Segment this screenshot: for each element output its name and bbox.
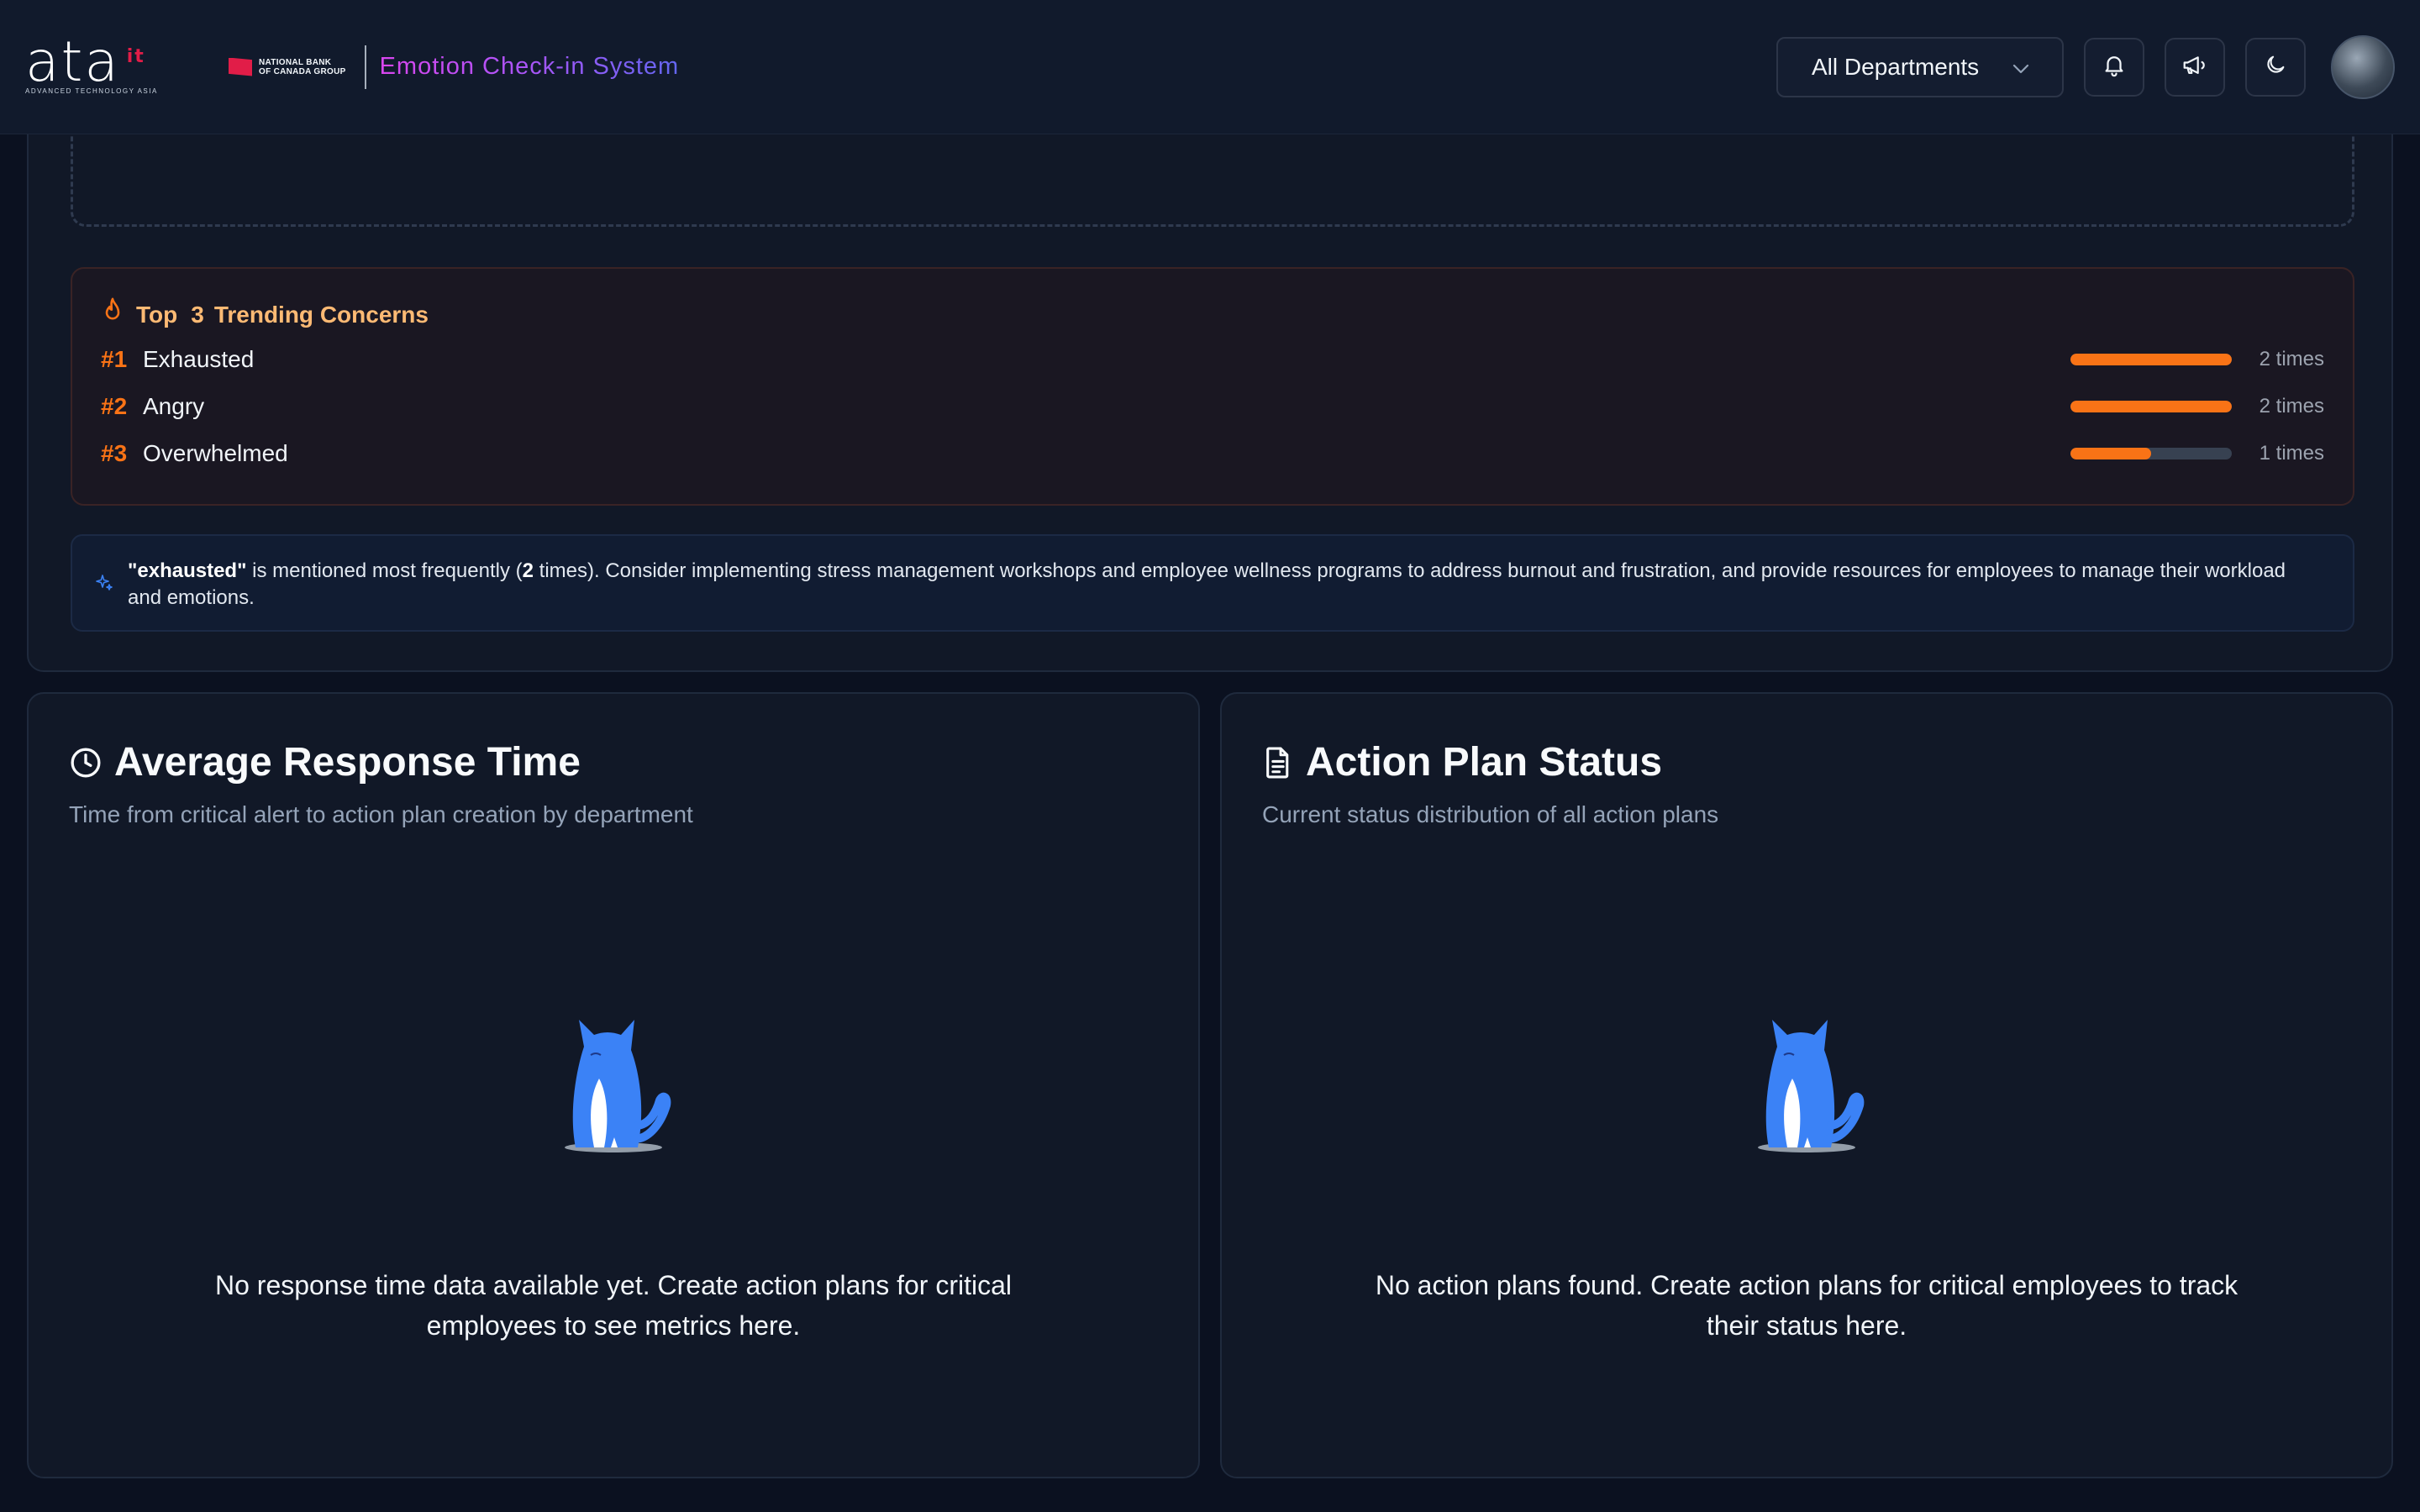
trending-concerns: Top 3 Trending Concerns #1 Exhausted 2 t… bbox=[71, 267, 2354, 506]
megaphone-icon bbox=[2181, 52, 2208, 81]
bell-icon bbox=[2102, 52, 2127, 81]
department-select[interactable]: All Departments bbox=[1776, 36, 2064, 97]
empty-state-cat-illustration bbox=[1744, 1013, 1870, 1160]
concern-item: #1 Exhausted 2 times bbox=[101, 343, 2324, 376]
concern-label: Overwhelmed bbox=[143, 440, 288, 466]
insight-count: 2 bbox=[522, 559, 534, 582]
concern-count: 2 times bbox=[2259, 348, 2324, 370]
fire-icon bbox=[101, 297, 124, 332]
notifications-button[interactable] bbox=[2084, 37, 2144, 97]
top-navbar: ata it ADVANCED TECHNOLOGY ASIA NATIONAL … bbox=[0, 0, 2420, 134]
sparkles-icon bbox=[94, 573, 114, 601]
concern-count: 1 times bbox=[2259, 442, 2324, 465]
flag-icon bbox=[229, 57, 252, 76]
average-response-time-card: Average Response Time Time from critical… bbox=[27, 692, 1200, 1478]
moon-icon bbox=[2264, 53, 2287, 81]
app-title: Emotion Check-in System bbox=[379, 53, 680, 80]
header-divider bbox=[364, 45, 366, 89]
concern-item: #3 Overwhelmed 1 times bbox=[101, 437, 2324, 470]
department-select-value: All Departments bbox=[1812, 53, 1980, 80]
partner-logo: NATIONAL BANK OF CANADA GROUP bbox=[229, 57, 346, 76]
card-title: Action Plan Status bbox=[1262, 739, 1662, 785]
concern-rank: #3 bbox=[101, 440, 128, 466]
insight-keyword: "exhausted" bbox=[128, 559, 247, 582]
theme-toggle-button[interactable] bbox=[2245, 37, 2306, 97]
concern-count: 2 times bbox=[2259, 395, 2324, 417]
concern-bar bbox=[2070, 448, 2232, 459]
document-icon bbox=[1262, 746, 1294, 780]
concern-bar bbox=[2070, 354, 2232, 365]
concern-bar bbox=[2070, 401, 2232, 412]
title-count: 3 bbox=[191, 301, 204, 328]
trending-concerns-title: Top 3 Trending Concerns bbox=[101, 297, 2324, 332]
concern-label: Exhausted bbox=[143, 346, 255, 372]
card-title: Average Response Time bbox=[69, 739, 581, 785]
clock-icon bbox=[69, 746, 103, 780]
empty-state-message: No action plans found. Create action pla… bbox=[1375, 1270, 2238, 1341]
action-plan-status-card: Action Plan Status Current status distri… bbox=[1220, 692, 2393, 1478]
announcements-button[interactable] bbox=[2165, 37, 2225, 97]
concern-item: #2 Angry 2 times bbox=[101, 390, 2324, 423]
card-subtitle: Time from critical alert to action plan … bbox=[69, 801, 693, 827]
user-avatar[interactable] bbox=[2331, 34, 2395, 99]
page: Top 3 Trending Concerns #1 Exhausted 2 t… bbox=[0, 0, 2420, 1512]
ata-logo[interactable]: ata it ADVANCED TECHNOLOGY ASIA bbox=[25, 29, 185, 96]
empty-state-cat-illustration bbox=[550, 1013, 676, 1160]
insight-text-a: is mentioned most frequently ( bbox=[246, 559, 523, 582]
concern-label: Angry bbox=[143, 393, 205, 419]
partner-name: NATIONAL BANK OF CANADA GROUP bbox=[259, 57, 346, 76]
empty-state-message: No response time data available yet. Cre… bbox=[214, 1270, 1013, 1341]
logo-word: ata it bbox=[25, 29, 145, 94]
title-suffix: Trending Concerns bbox=[213, 301, 429, 328]
ai-insight: "exhausted" is mentioned most frequently… bbox=[71, 534, 2354, 632]
card-subtitle: Current status distribution of all actio… bbox=[1262, 801, 1719, 827]
chevron-down-icon bbox=[2012, 54, 2030, 81]
concern-rank: #2 bbox=[101, 393, 128, 419]
header-actions: All Departments bbox=[1776, 34, 2395, 99]
card-title-text: Average Response Time bbox=[114, 740, 581, 785]
concern-rank: #1 bbox=[101, 346, 128, 372]
card-title-text: Action Plan Status bbox=[1306, 740, 1663, 785]
title-prefix: Top bbox=[136, 301, 178, 328]
